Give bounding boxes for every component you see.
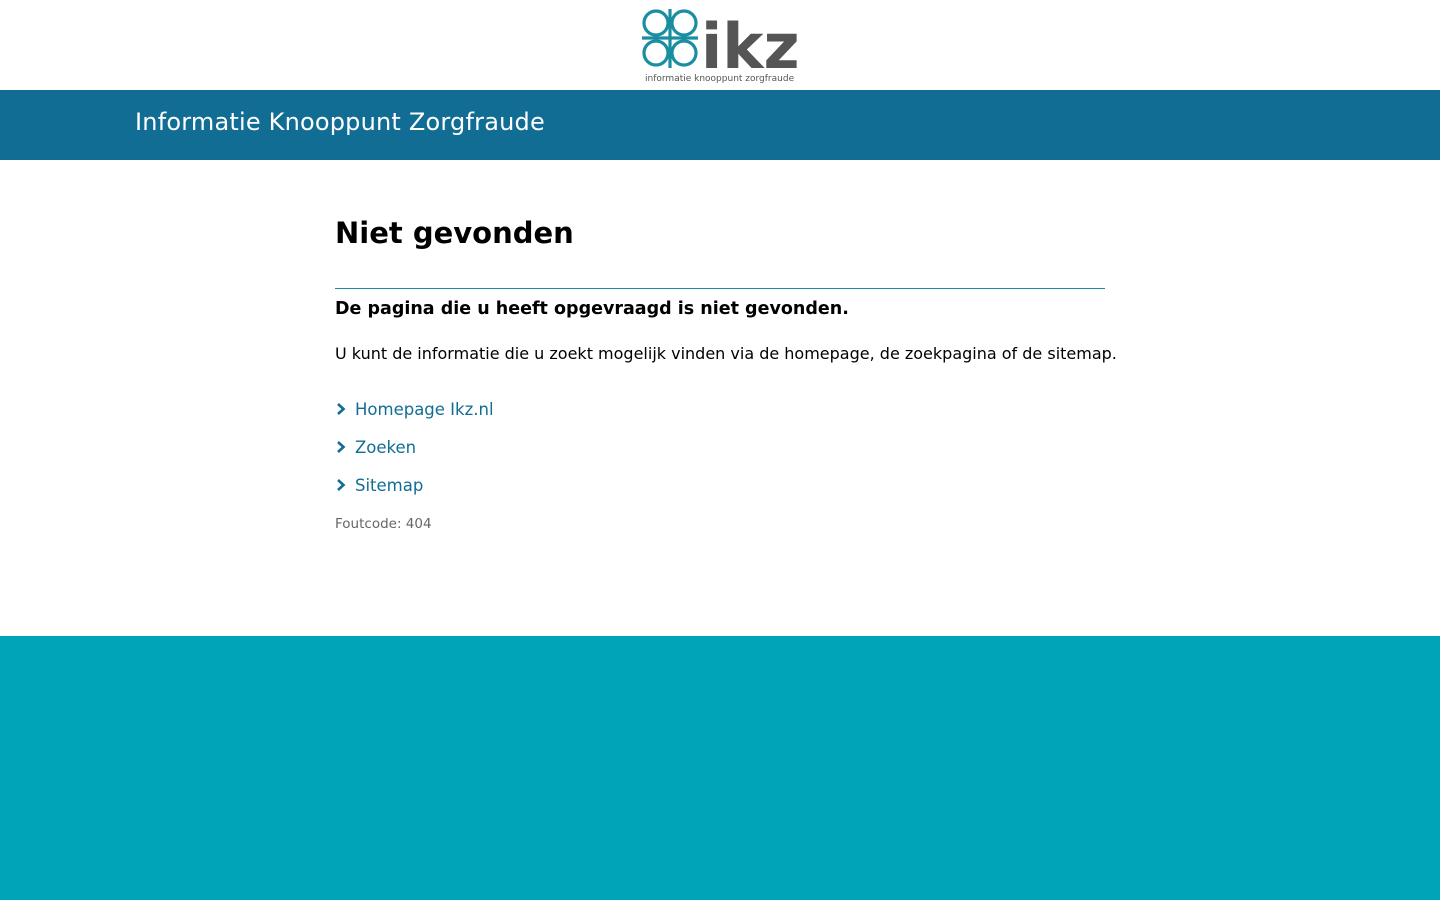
chevron-right-icon	[337, 441, 346, 453]
page-title: Niet gevonden	[335, 216, 574, 250]
search-link[interactable]: Zoeken	[355, 438, 416, 457]
top-header: ikz informatie knooppunt zorgfraude	[0, 0, 1440, 90]
list-item: Zoeken	[335, 428, 494, 466]
site-title: Informatie Knooppunt Zorgfraude	[135, 108, 545, 136]
lead-text: De pagina die u heeft opgevraagd is niet…	[335, 299, 849, 319]
link-list: Homepage Ikz.nl Zoeken Sitemap	[335, 390, 494, 504]
list-item: Homepage Ikz.nl	[335, 390, 494, 428]
title-bar: Informatie Knooppunt Zorgfraude	[0, 90, 1440, 160]
sitemap-link[interactable]: Sitemap	[355, 476, 423, 495]
error-code: Foutcode: 404	[335, 516, 432, 532]
chevron-right-icon	[337, 479, 346, 491]
logo-wordmark: ikz	[701, 10, 797, 83]
homepage-link[interactable]: Homepage Ikz.nl	[355, 400, 494, 419]
ikz-logo[interactable]: ikz informatie knooppunt zorgfraude	[641, 6, 797, 84]
divider	[335, 288, 1105, 289]
intro-text: U kunt de informatie die u zoekt mogelij…	[335, 344, 1117, 363]
chevron-right-icon	[337, 403, 346, 415]
footer	[0, 636, 1440, 900]
logo-subtitle: informatie knooppunt zorgfraude	[645, 74, 795, 84]
list-item: Sitemap	[335, 466, 494, 504]
clover-logo-icon: ikz informatie knooppunt zorgfraude	[642, 9, 797, 84]
